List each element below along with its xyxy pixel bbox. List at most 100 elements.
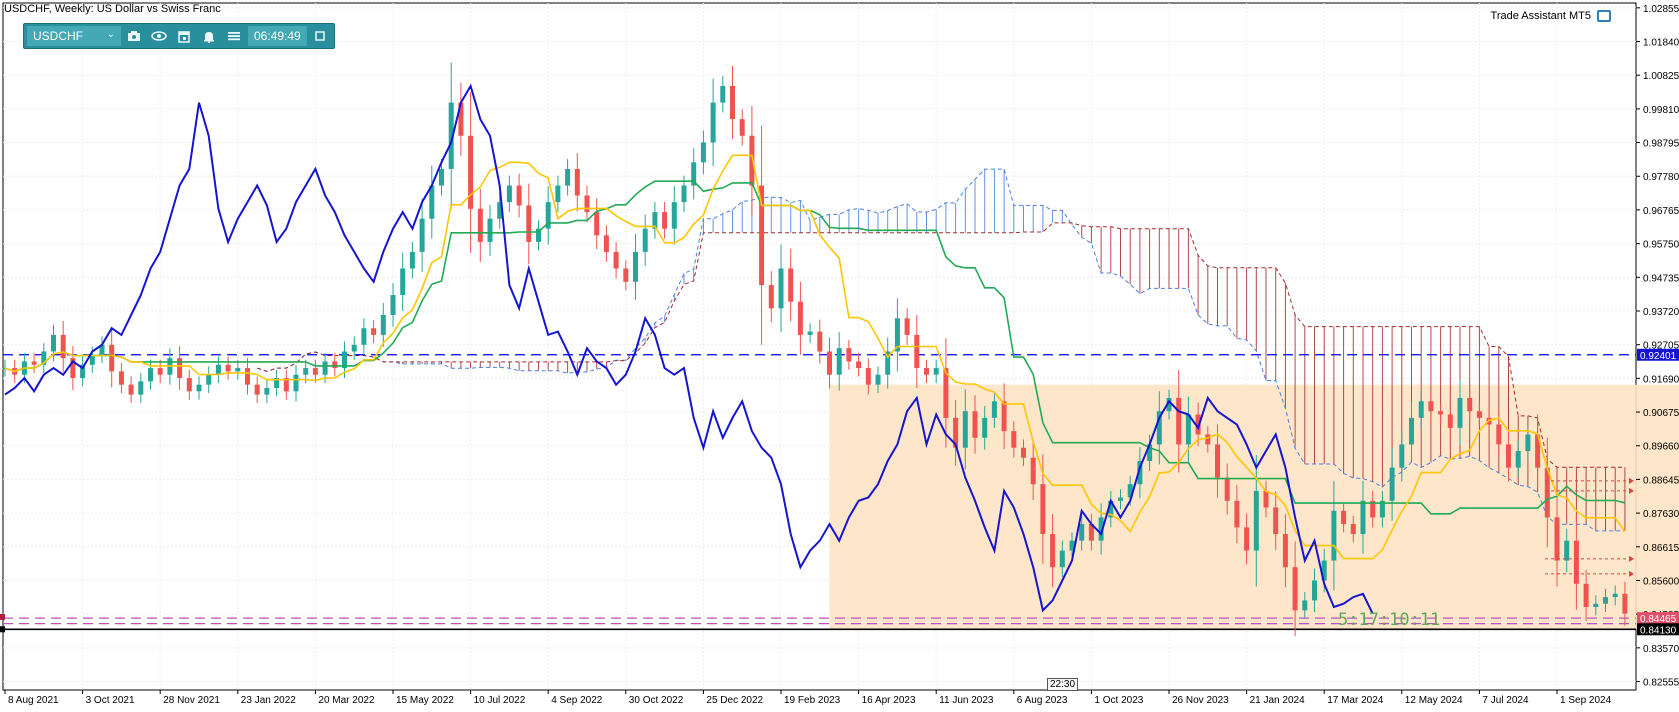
candle-body[interactable] [332,361,338,369]
candle-body[interactable] [584,195,590,213]
candle-body[interactable] [865,368,871,385]
candle-body[interactable] [60,334,66,359]
candle-body[interactable] [1040,484,1046,535]
menu-icon[interactable] [222,26,246,46]
candle-body[interactable] [1418,401,1424,418]
candle-body[interactable] [924,368,929,375]
candle-body[interactable] [1253,490,1259,551]
candle-body[interactable] [1176,397,1182,445]
candle-body[interactable] [1273,507,1279,535]
candle-body[interactable] [468,135,474,209]
candle-body[interactable] [390,295,396,315]
camera-icon[interactable] [122,26,146,46]
candle-body[interactable] [1428,401,1434,412]
candle-body[interactable] [710,102,716,143]
candle-body[interactable] [51,334,56,352]
candle-body[interactable] [1612,593,1618,598]
candle-body[interactable] [827,351,832,375]
candle-body[interactable] [730,85,735,120]
candle-body[interactable] [1185,414,1191,445]
candle-body[interactable] [380,314,386,335]
candle-body[interactable] [613,251,619,269]
candle-body[interactable] [526,205,532,242]
candle-body[interactable] [419,218,425,252]
candle-body[interactable] [196,384,202,392]
candle-body[interactable] [487,218,493,242]
candle-body[interactable] [138,381,144,395]
candle-body[interactable] [817,331,823,352]
candle-body[interactable] [118,371,124,385]
candle-body[interactable] [1118,497,1123,501]
candle-body[interactable] [371,328,377,335]
candle-body[interactable] [1350,524,1356,535]
candle-body[interactable] [215,364,221,375]
candle-body[interactable] [797,301,803,335]
candle-body[interactable] [1622,593,1628,614]
candle-body[interactable] [991,401,997,418]
candle-body[interactable] [642,228,648,252]
candle-body[interactable] [206,374,212,385]
candle-body[interactable] [225,364,231,372]
candle-body[interactable] [1341,510,1347,525]
candle-body[interactable] [555,185,561,203]
candle-body[interactable] [254,384,260,395]
candle-body[interactable] [768,285,774,309]
candle-body[interactable] [1399,444,1405,468]
candle-body[interactable] [1059,550,1065,568]
candle-body[interactable] [1312,580,1317,601]
candle-body[interactable] [1050,534,1056,568]
candle-body[interactable] [235,368,241,372]
candle-body[interactable] [914,334,920,369]
candle-body[interactable] [303,368,309,375]
candle-body[interactable] [972,411,978,438]
candle-body[interactable] [1079,524,1085,541]
candle-body[interactable] [681,185,687,203]
candle-body[interactable] [1224,477,1230,501]
candle-body[interactable] [933,368,939,375]
candle-body[interactable] [506,185,512,203]
bell-icon[interactable] [197,26,221,46]
candle-body[interactable] [477,208,483,242]
candle-body[interactable] [1409,417,1414,445]
candle-body[interactable] [662,212,668,229]
candle-body[interactable] [128,384,134,395]
candle-body[interactable] [836,348,842,375]
candle-body[interactable] [1331,510,1337,561]
candle-body[interactable] [157,368,163,375]
candle-body[interactable] [1021,447,1026,458]
candle-body[interactable] [1011,431,1017,448]
candle-body[interactable] [516,185,522,206]
candle-body[interactable] [603,235,609,252]
candle-body[interactable] [439,168,444,186]
candle-body[interactable] [700,142,706,163]
candle-body[interactable] [788,268,794,302]
candle-body[interactable] [1593,603,1599,608]
candle-body[interactable] [322,361,328,375]
candle-body[interactable] [1244,527,1250,551]
eye-icon[interactable] [147,26,171,46]
candle-body[interactable] [429,185,435,219]
window-icon[interactable] [308,26,332,46]
candle-body[interactable] [1234,500,1240,528]
candle-body[interactable] [1583,583,1589,608]
candle-body[interactable] [1525,434,1531,452]
candle-body[interactable] [1215,444,1220,478]
candle-body[interactable] [1438,411,1444,415]
candle-body[interactable] [186,378,192,392]
price-chart[interactable]: 1.02855 1.01840 1.00825 0.99810 0.98795 0.977… [0,0,1679,712]
candle-body[interactable] [293,374,299,392]
candle-body[interactable] [1205,434,1211,445]
candle-body[interactable] [778,268,784,309]
candle-body[interactable] [904,318,910,335]
candle-body[interactable] [633,251,638,282]
candle-body[interactable] [1302,600,1308,611]
candle-body[interactable] [148,368,153,382]
candle-body[interactable] [875,374,881,385]
calendar-icon[interactable] [172,26,196,46]
candle-body[interactable] [982,417,988,438]
candle-body[interactable] [1360,500,1366,535]
trade-assistant-label[interactable]: Trade Assistant MT5 [1491,10,1611,22]
candle-body[interactable] [1001,401,1007,432]
candle-body[interactable] [856,361,862,369]
candle-body[interactable] [739,119,745,136]
